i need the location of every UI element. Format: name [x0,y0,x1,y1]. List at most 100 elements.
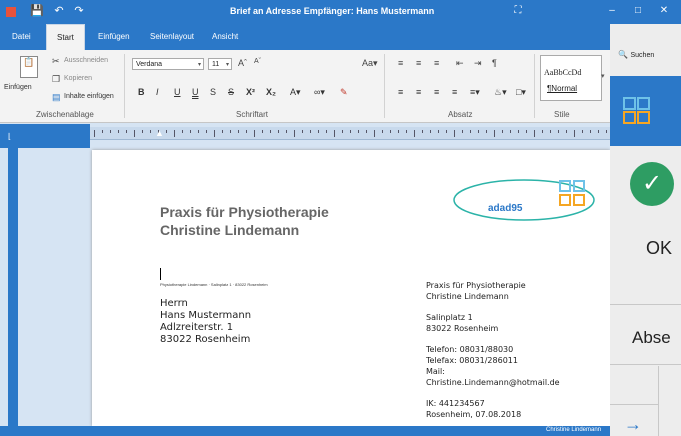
double-strikethrough-button[interactable]: S [228,87,234,97]
indent-marker-icon[interactable]: ▲ [155,128,164,138]
ruler-tick [238,130,239,133]
ok-button[interactable]: ✓ OK [620,156,681,296]
subscript-button[interactable]: X₂ [266,87,276,97]
close-button[interactable]: ✕ [654,4,674,18]
change-case-icon[interactable]: Aa▾ [362,58,378,69]
window-title: Brief an Adresse Empfänger: Hans Musterm… [230,6,435,16]
undo-icon[interactable]: ↶ [52,4,66,18]
font-name-select[interactable]: Verdana ▾ [132,58,204,70]
copy-button[interactable]: Kopieren [64,75,92,82]
tab-seitenlayout[interactable]: Seitenlayout [150,32,194,41]
font-size-select[interactable]: 11 ▾ [208,58,232,70]
ruler-tick [342,130,343,133]
numbering-icon[interactable]: ≡ [416,58,421,68]
chevron-down-icon: ▾ [197,62,201,68]
ruler-tick [350,130,351,133]
italic-button[interactable]: I [156,87,159,97]
bullets-icon[interactable]: ≡ [398,58,403,68]
ruler-tick [430,130,431,133]
app-tile[interactable] [610,76,681,146]
ruler-tick [374,130,375,137]
paste-icon[interactable]: 📋 [20,56,38,78]
line-spacing-icon[interactable]: ≡▾ [470,87,480,98]
copy-icon[interactable]: ❐ [52,74,60,85]
tab-stop-icon[interactable]: ⌊ [8,132,11,141]
paste-content-icon[interactable]: ▤ [52,92,61,103]
cut-icon[interactable]: ✂ [52,56,60,67]
tab-einfuegen[interactable]: Einfügen [98,32,130,41]
shading-icon[interactable]: ♨▾ [494,87,507,98]
shrink-font-icon[interactable]: Aˇ [254,58,261,65]
pilcrow-icon[interactable]: ¶ [492,58,497,68]
sender-block: Praxis für Physiotherapie Christine Lind… [426,280,560,420]
justify-icon[interactable]: ≡ [452,87,457,97]
ruler-tick [606,130,607,133]
ruler-tick [398,130,399,133]
document-page[interactable]: adad95 Praxis für Physiotherapie Christi… [92,150,610,426]
ruler-tick [214,130,215,137]
paste-button[interactable]: Einfügen [4,84,32,91]
tab-ansicht[interactable]: Ansicht [212,32,238,41]
ruler-tick [126,130,127,133]
font-size-value: 11 [212,61,220,68]
style-preview: AaBbCcDd [544,68,582,77]
cut-button[interactable]: Ausschneiden [64,57,108,64]
multilevel-list-icon[interactable]: ≡ [434,58,439,68]
styles-more-icon[interactable]: ▾ [601,72,605,80]
grow-font-icon[interactable]: Aˆ [238,58,247,68]
underline-button[interactable]: U [174,87,181,97]
decrease-indent-icon[interactable]: ⇤ [456,58,464,69]
ok-label: OK [646,238,673,258]
search-label: Suchen [630,52,655,59]
borders-icon[interactable]: □▾ [516,87,526,98]
save-icon[interactable]: 💾 [30,4,44,18]
superscript-button[interactable]: X² [246,87,255,97]
ruler-tick [174,130,175,137]
text-cursor [160,268,161,280]
horizontal-ruler[interactable] [90,127,610,140]
ruler-tick [366,130,367,133]
ruler-tick [462,130,463,133]
abs-button[interactable]: Abse [632,328,671,348]
ruler-tick [590,130,591,133]
align-right-icon[interactable]: ≡ [434,87,439,97]
align-left-icon[interactable]: ≡ [398,87,403,97]
ruler-tick [94,130,95,137]
logo-square [559,194,571,206]
redo-icon[interactable]: ↷ [72,4,86,18]
ruler-tick [550,130,551,133]
ruler-tick [326,130,327,133]
ruler-tick [118,130,119,133]
bold-button[interactable]: B [138,87,145,97]
logo-text: adad95 [488,203,523,214]
ruler-tick [438,130,439,133]
vertical-ruler[interactable] [8,148,18,426]
search-button[interactable]: 🔍 Suchen [618,49,668,69]
minimize-button[interactable]: – [602,4,622,18]
highlight-icon[interactable]: ∞▾ [314,87,325,98]
maximize-button[interactable]: □ [628,4,648,18]
ruler-tick [406,130,407,133]
logo [453,179,595,221]
ruler-tick [230,130,231,133]
double-underline-button[interactable]: U [192,87,199,97]
divider [610,404,658,405]
recipient-address: Herrn Hans Mustermann Adlzreiterstr. 1 8… [160,298,251,346]
fullscreen-icon[interactable]: ⛶ [508,4,528,18]
align-center-icon[interactable]: ≡ [416,87,421,97]
clear-format-icon[interactable]: ✎ [340,87,348,98]
styles-gallery[interactable]: AaBbCcDd ¶Normal [540,55,602,101]
increase-indent-icon[interactable]: ⇥ [474,58,482,69]
ruler-tick [134,130,135,137]
sender-fax: Telefax: 08031/286011 [426,356,518,365]
ruler-tick [142,130,143,133]
style-normal[interactable]: ¶Normal [547,84,577,93]
paste-content-button[interactable]: Inhalte einfügen [64,93,114,100]
ruler-tick [182,130,183,133]
font-color-icon[interactable]: A▾ [290,87,301,98]
tab-start[interactable]: Start [46,24,85,51]
arrow-right-icon[interactable]: → [624,414,642,435]
strikethrough-button[interactable]: S [210,87,216,97]
ruler-tick [262,130,263,133]
tab-datei[interactable]: Datei [12,32,31,41]
